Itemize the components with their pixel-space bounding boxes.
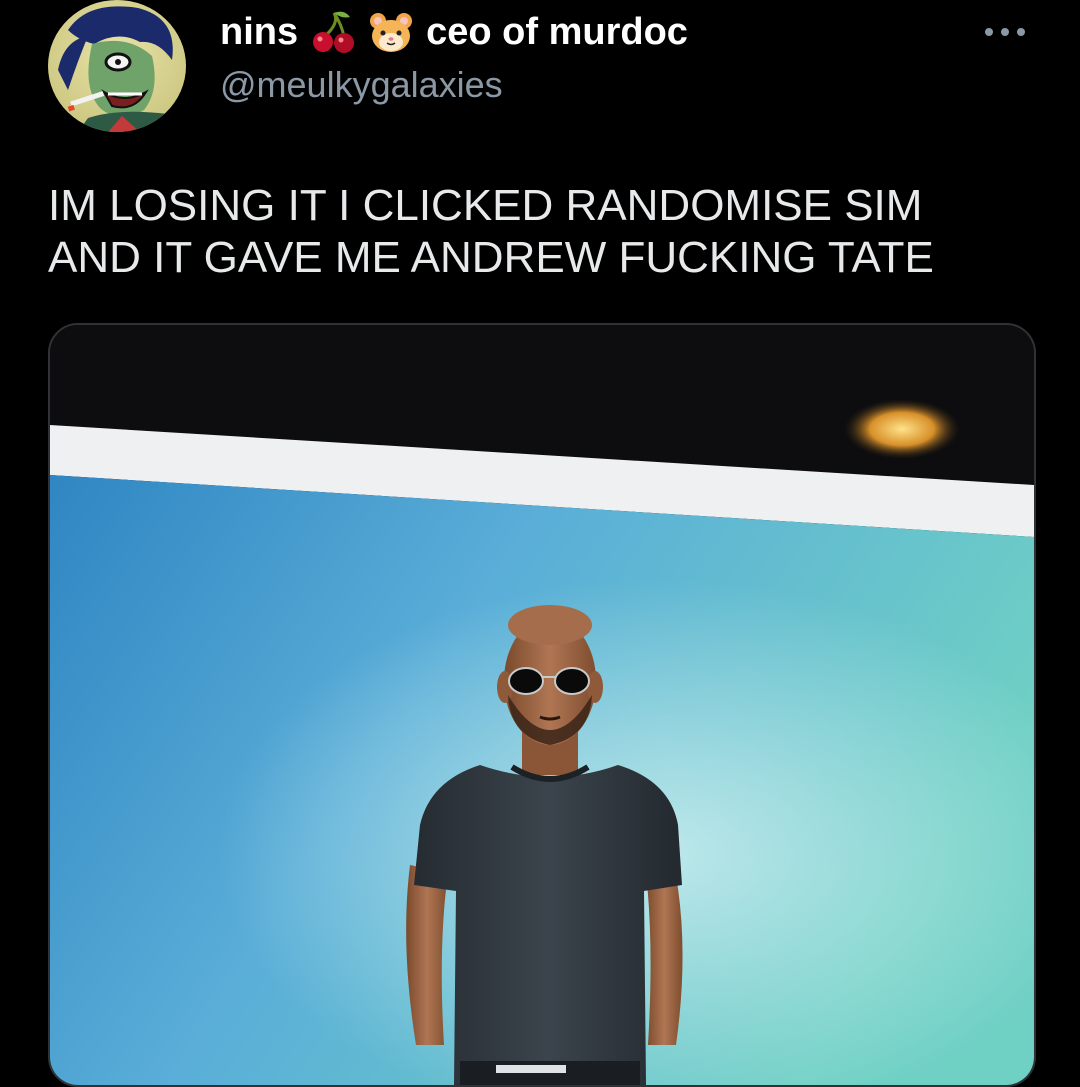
more-horizontal-icon (985, 28, 1025, 36)
hamster-face-icon (368, 9, 414, 55)
user-handle[interactable]: @meulkygalaxies (220, 64, 503, 106)
tweet-text: IM LOSING IT I CLICKED RANDOMISE SIM AND… (48, 180, 1038, 284)
cartoon-character-avatar-icon (48, 0, 186, 132)
avatar[interactable] (48, 0, 186, 132)
tweet-text-line-1: IM LOSING IT I CLICKED RANDOMISE SIM (48, 181, 923, 230)
cherry-icon (310, 9, 356, 55)
tweet: nins ceo of murdoc @meulkygalaxies IM LO… (0, 0, 1080, 1087)
tweet-text-line-2: AND IT GAVE ME ANDREW FUCKING TATE (48, 233, 934, 282)
display-name-second: ceo of murdoc (426, 10, 688, 53)
display-name[interactable]: nins ceo of murdoc (220, 6, 688, 58)
tweet-media-photo[interactable] (48, 323, 1036, 1087)
sim-character-photo (50, 325, 1034, 1085)
more-options-button[interactable] (970, 10, 1040, 54)
display-name-first: nins (220, 10, 299, 53)
